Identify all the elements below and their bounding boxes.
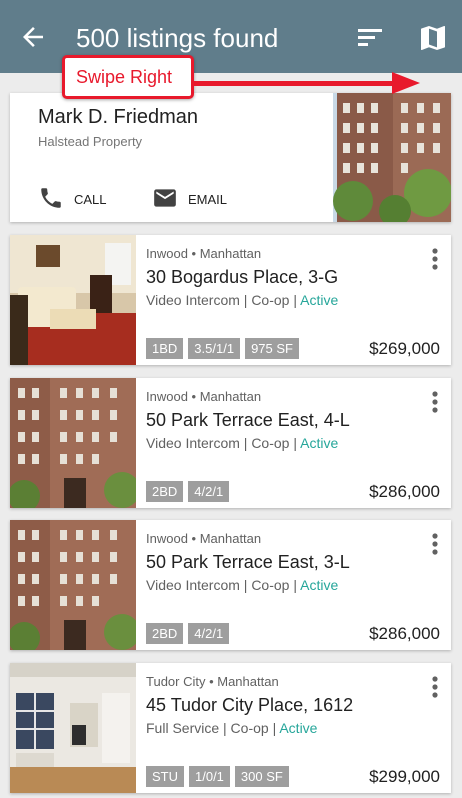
listing-features: Video Intercom | Co-op | Active: [146, 435, 338, 451]
badge-size: 975 SF: [245, 338, 299, 359]
listing-card[interactable]: Tudor City • Manhattan 45 Tudor City Pla…: [10, 663, 451, 793]
listing-location: Tudor City • Manhattan: [146, 674, 279, 689]
listing-features-text: Video Intercom | Co-op |: [146, 292, 297, 308]
badge-bedrooms: 2BD: [146, 623, 184, 644]
email-button[interactable]: EMAIL: [152, 185, 262, 211]
swipe-hint-callout: Swipe Right: [62, 55, 194, 99]
listing-address: 50 Park Terrace East, 4-L: [146, 410, 350, 430]
listing-badges: 1BD 3.5/1/1 975 SF: [146, 338, 299, 359]
listing-card[interactable]: Inwood • Manhattan 50 Park Terrace East,…: [10, 378, 451, 508]
listing-location: Inwood • Manhattan: [146, 389, 262, 404]
badge-size: 300 SF: [234, 766, 289, 787]
listing-card[interactable]: Inwood • Manhattan 30 Bogardus Place, 3-…: [10, 235, 451, 365]
swipe-right-arrow-icon: [192, 72, 420, 94]
map-icon[interactable]: [417, 22, 449, 54]
more-vert-icon[interactable]: [426, 675, 444, 699]
email-label: EMAIL: [188, 192, 228, 207]
more-vert-icon[interactable]: [426, 390, 444, 414]
badge-bedrooms: 1BD: [146, 338, 184, 359]
listing-address: 50 Park Terrace East, 3-L: [146, 552, 350, 572]
sort-icon[interactable]: [356, 24, 384, 50]
email-icon: [154, 189, 176, 207]
listing-badges: 2BD 4/2/1: [146, 481, 230, 502]
agent-name: Mark D. Friedman: [38, 106, 199, 128]
listing-features: Video Intercom | Co-op | Active: [146, 292, 338, 308]
agent-card[interactable]: Mark D. Friedman Halstead Property CALL …: [10, 93, 451, 222]
listing-badges: STU 1/0/1 300 SF: [146, 766, 289, 787]
listing-status: Active: [300, 292, 339, 308]
listing-location: Inwood • Manhattan: [146, 246, 262, 261]
badge-rooms: 4/2/1: [188, 481, 230, 502]
badge-rooms: 4/2/1: [188, 623, 230, 644]
listing-price: $299,000: [369, 767, 440, 786]
listing-price: $286,000: [369, 482, 440, 501]
listing-photo-building: [10, 520, 136, 650]
listing-photo-living-room: [10, 235, 136, 365]
listing-features-text: Video Intercom | Co-op |: [146, 435, 297, 451]
badge-bedrooms: STU: [146, 766, 184, 787]
listing-card[interactable]: Inwood • Manhattan 50 Park Terrace East,…: [10, 520, 451, 650]
listing-address: 45 Tudor City Place, 1612: [146, 695, 354, 715]
listing-photo-studio: [10, 663, 136, 793]
listing-features-text: Full Service | Co-op |: [146, 720, 277, 736]
listing-location: Inwood • Manhattan: [146, 531, 262, 546]
badge-rooms: 3.5/1/1: [188, 338, 241, 359]
listing-address: 30 Bogardus Place, 3-G: [146, 267, 339, 287]
listing-features: Video Intercom | Co-op | Active: [146, 577, 338, 593]
listing-status: Active: [300, 435, 339, 451]
listing-features-text: Video Intercom | Co-op |: [146, 577, 297, 593]
listing-status: Active: [300, 577, 339, 593]
agent-company: Halstead Property: [38, 134, 143, 149]
listing-badges: 2BD 4/2/1: [146, 623, 230, 644]
more-vert-icon[interactable]: [426, 532, 444, 556]
listing-price: $286,000: [369, 624, 440, 643]
arrow-back-icon[interactable]: [18, 22, 48, 52]
badge-rooms: 1/0/1: [189, 766, 230, 787]
page-title: 500 listings found: [76, 23, 279, 53]
listing-price: $269,000: [369, 339, 440, 358]
more-vert-icon[interactable]: [426, 247, 444, 271]
listing-status: Active: [279, 720, 318, 736]
listing-photo-building: [10, 378, 136, 508]
agent-building-photo: [333, 93, 451, 222]
phone-icon: [41, 188, 61, 208]
badge-bedrooms: 2BD: [146, 481, 184, 502]
listing-features: Full Service | Co-op | Active: [146, 720, 317, 736]
call-label: CALL: [74, 192, 107, 207]
call-button[interactable]: CALL: [38, 185, 138, 211]
